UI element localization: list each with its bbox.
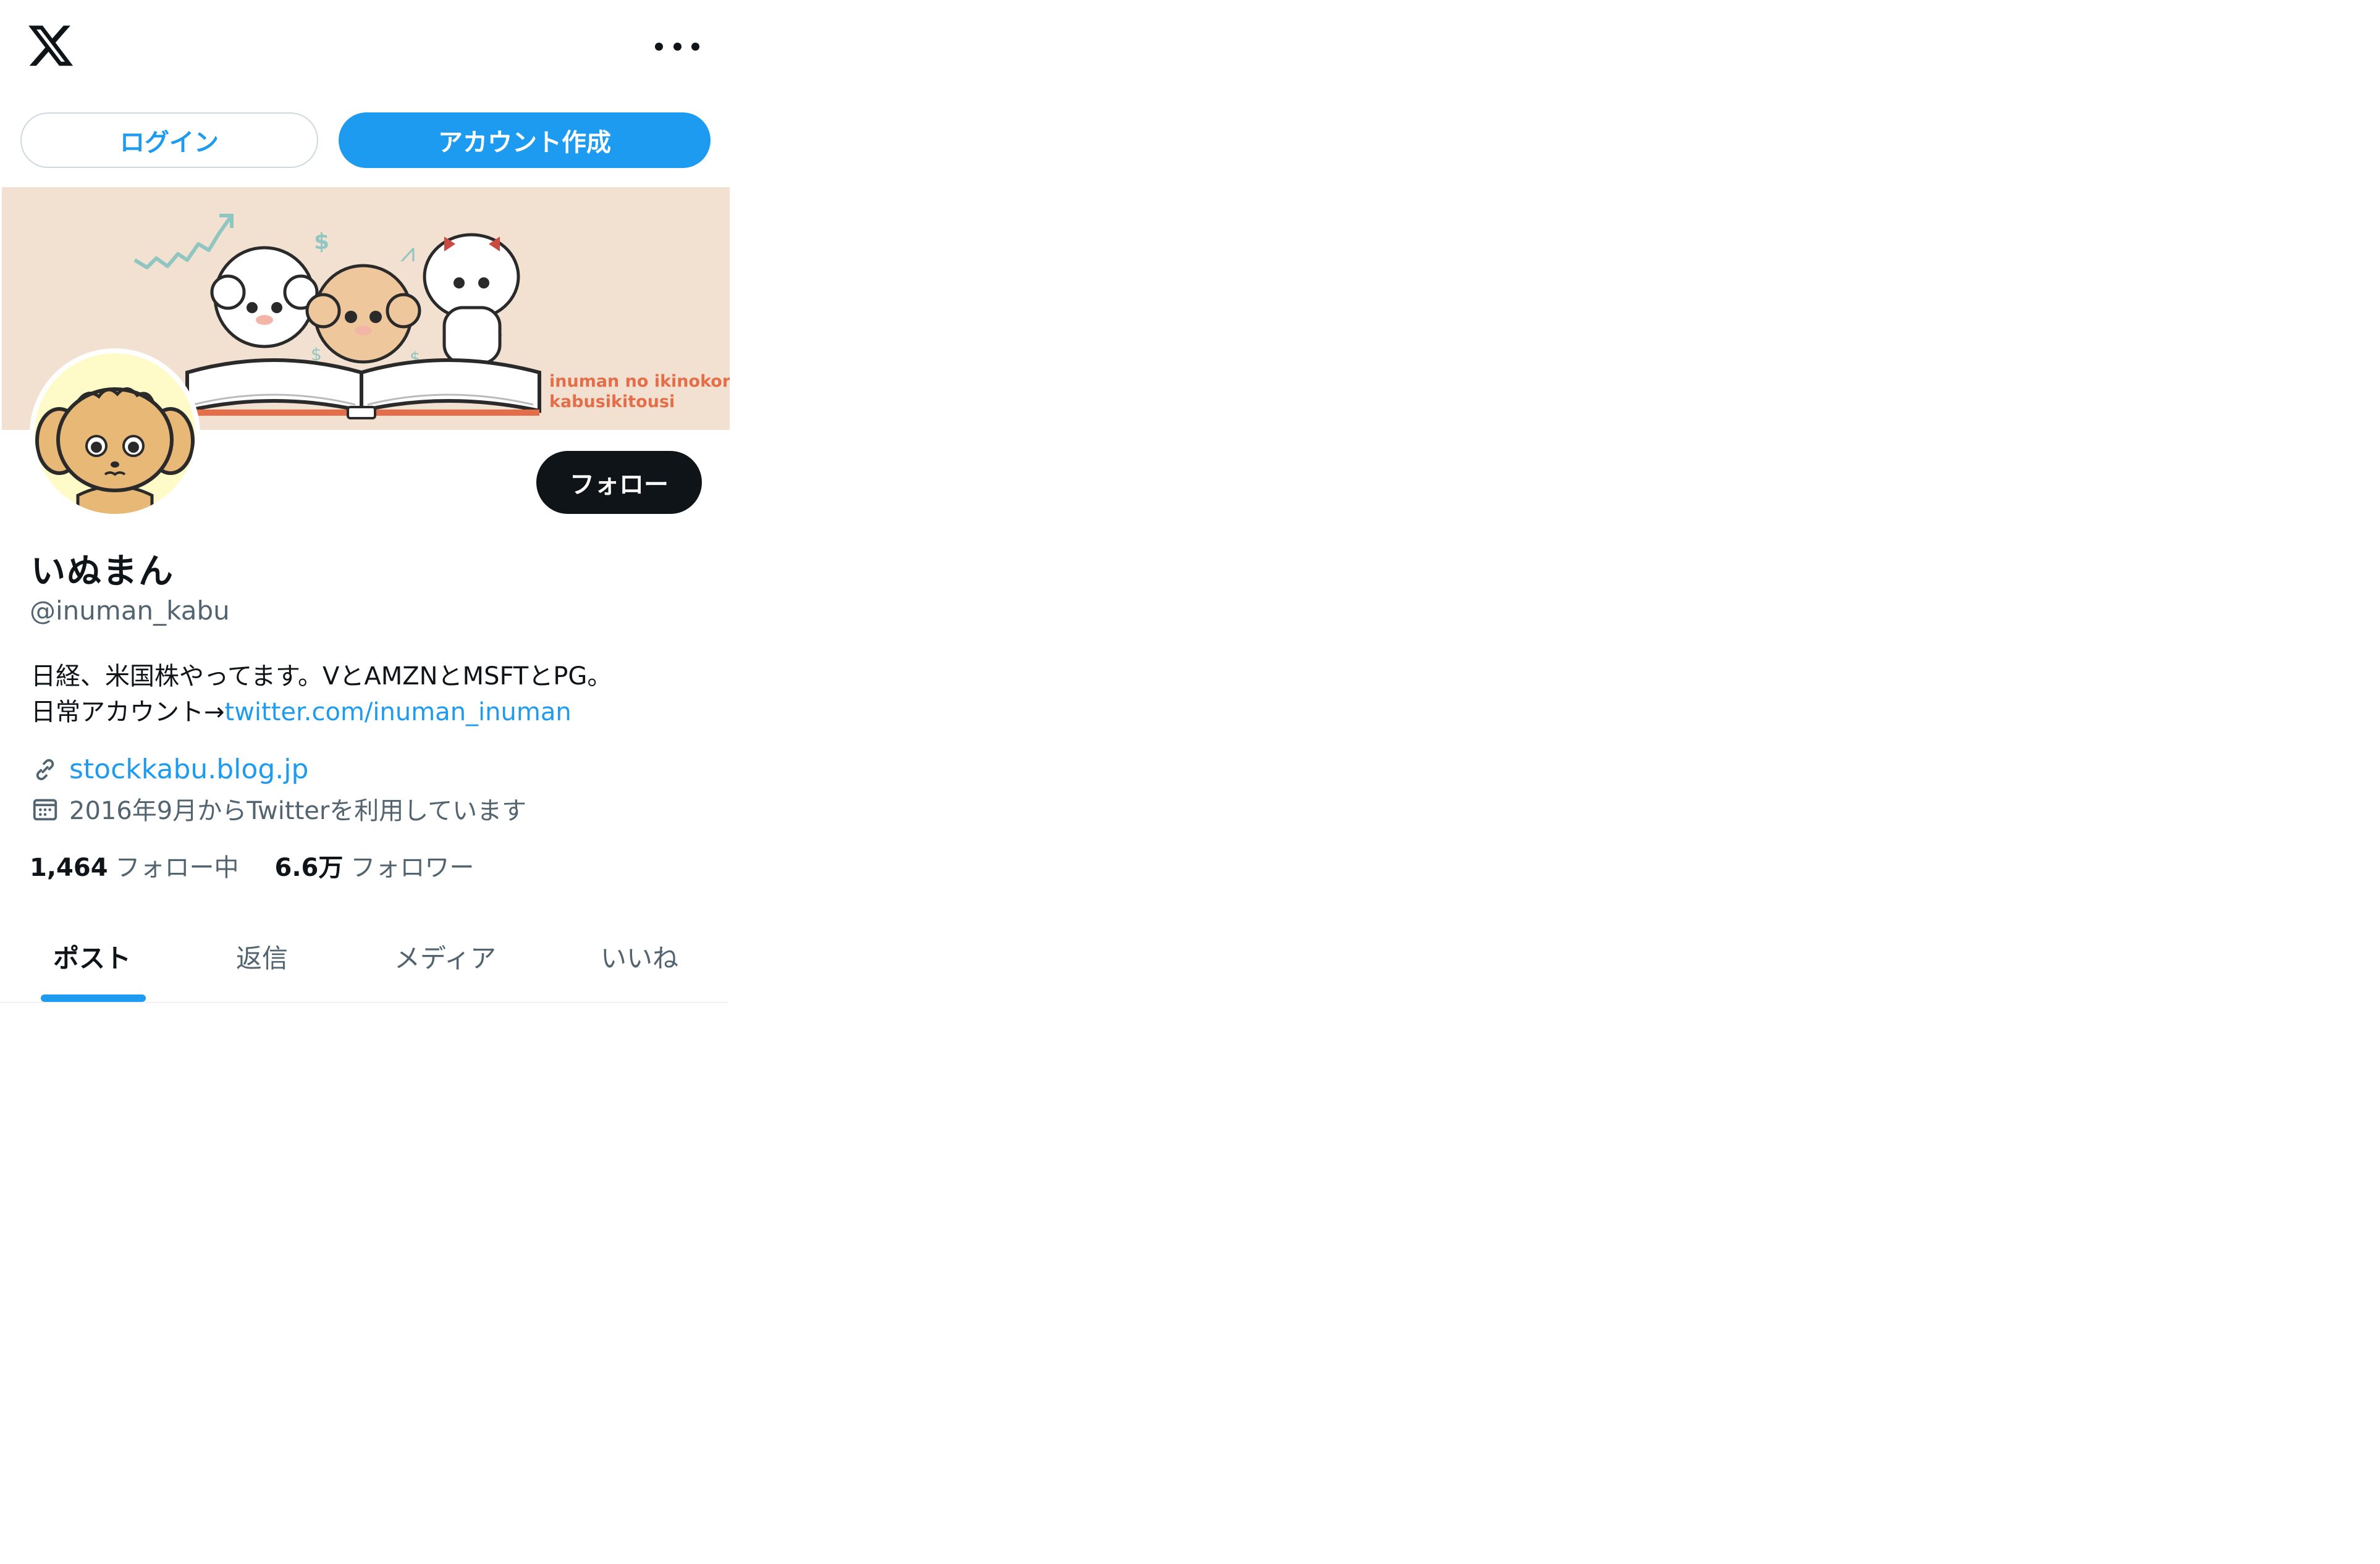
svg-text:$: $ xyxy=(314,229,329,254)
profile-bio: 日経、米国株やってます。VとAMZNとMSFTとPG。 日常アカウント→twit… xyxy=(31,658,612,730)
x-logo-icon[interactable] xyxy=(26,21,75,70)
following-label: フォロー中 xyxy=(115,854,239,882)
more-dot xyxy=(673,42,682,51)
active-tab-indicator xyxy=(41,994,146,1002)
bio-link[interactable]: twitter.com/inuman_inuman xyxy=(225,698,572,726)
following-stat[interactable]: 1,464 フォロー中 xyxy=(30,847,239,883)
followers-label: フォロワー xyxy=(350,854,475,882)
more-dot xyxy=(655,42,663,51)
more-horizontal-icon[interactable] xyxy=(655,37,699,56)
followers-count: 6.6万 xyxy=(274,854,344,882)
avatar-dog-illustration xyxy=(35,353,195,514)
login-button[interactable]: ログイン xyxy=(20,112,318,168)
joined-text: 2016年9月からTwitterを利用しています xyxy=(69,797,527,825)
more-dot xyxy=(691,42,699,51)
follow-button[interactable]: フォロー xyxy=(536,451,702,514)
followers-stat[interactable]: 6.6万 フォロワー xyxy=(275,847,475,883)
bio-line-2: 日常アカウント→twitter.com/inuman_inuman xyxy=(31,694,612,730)
website-link[interactable]: stockkabu.blog.jp xyxy=(69,754,308,785)
user-handle: @inuman_kabu xyxy=(30,595,230,626)
profile-website: stockkabu.blog.jp xyxy=(31,754,308,785)
tab-media[interactable]: メディア xyxy=(394,938,496,975)
display-name: いぬまん xyxy=(31,552,174,592)
tab-likes[interactable]: いいね xyxy=(601,938,678,975)
following-count: 1,464 xyxy=(30,854,108,882)
follow-stats: 1,464 フォロー中 6.6万 フォロワー xyxy=(30,847,510,883)
bio-line-2-text: 日常アカウント→ xyxy=(31,698,225,726)
tab-posts[interactable]: ポスト xyxy=(53,938,131,975)
create-account-button[interactable]: アカウント作成 xyxy=(339,112,711,168)
profile-tabs: ポスト 返信 メディア いいね xyxy=(0,919,728,1003)
tab-replies[interactable]: 返信 xyxy=(236,938,288,975)
profile-join-date: 2016年9月からTwitterを利用しています xyxy=(31,791,526,826)
link-icon xyxy=(36,759,54,780)
profile-panel: ログイン アカウント作成 $ ⩘ // $ $ xyxy=(0,0,730,1007)
bio-line-1: 日経、米国株やってます。VとAMZNとMSFTとPG。 xyxy=(31,662,612,691)
svg-text:⩘: ⩘ xyxy=(400,237,415,267)
banner-caption-line1: inuman no ikinokori xyxy=(549,372,730,391)
avatar[interactable] xyxy=(30,348,200,519)
banner-caption-line2: kabusikitousi xyxy=(549,392,675,411)
calendar-icon xyxy=(33,799,57,821)
